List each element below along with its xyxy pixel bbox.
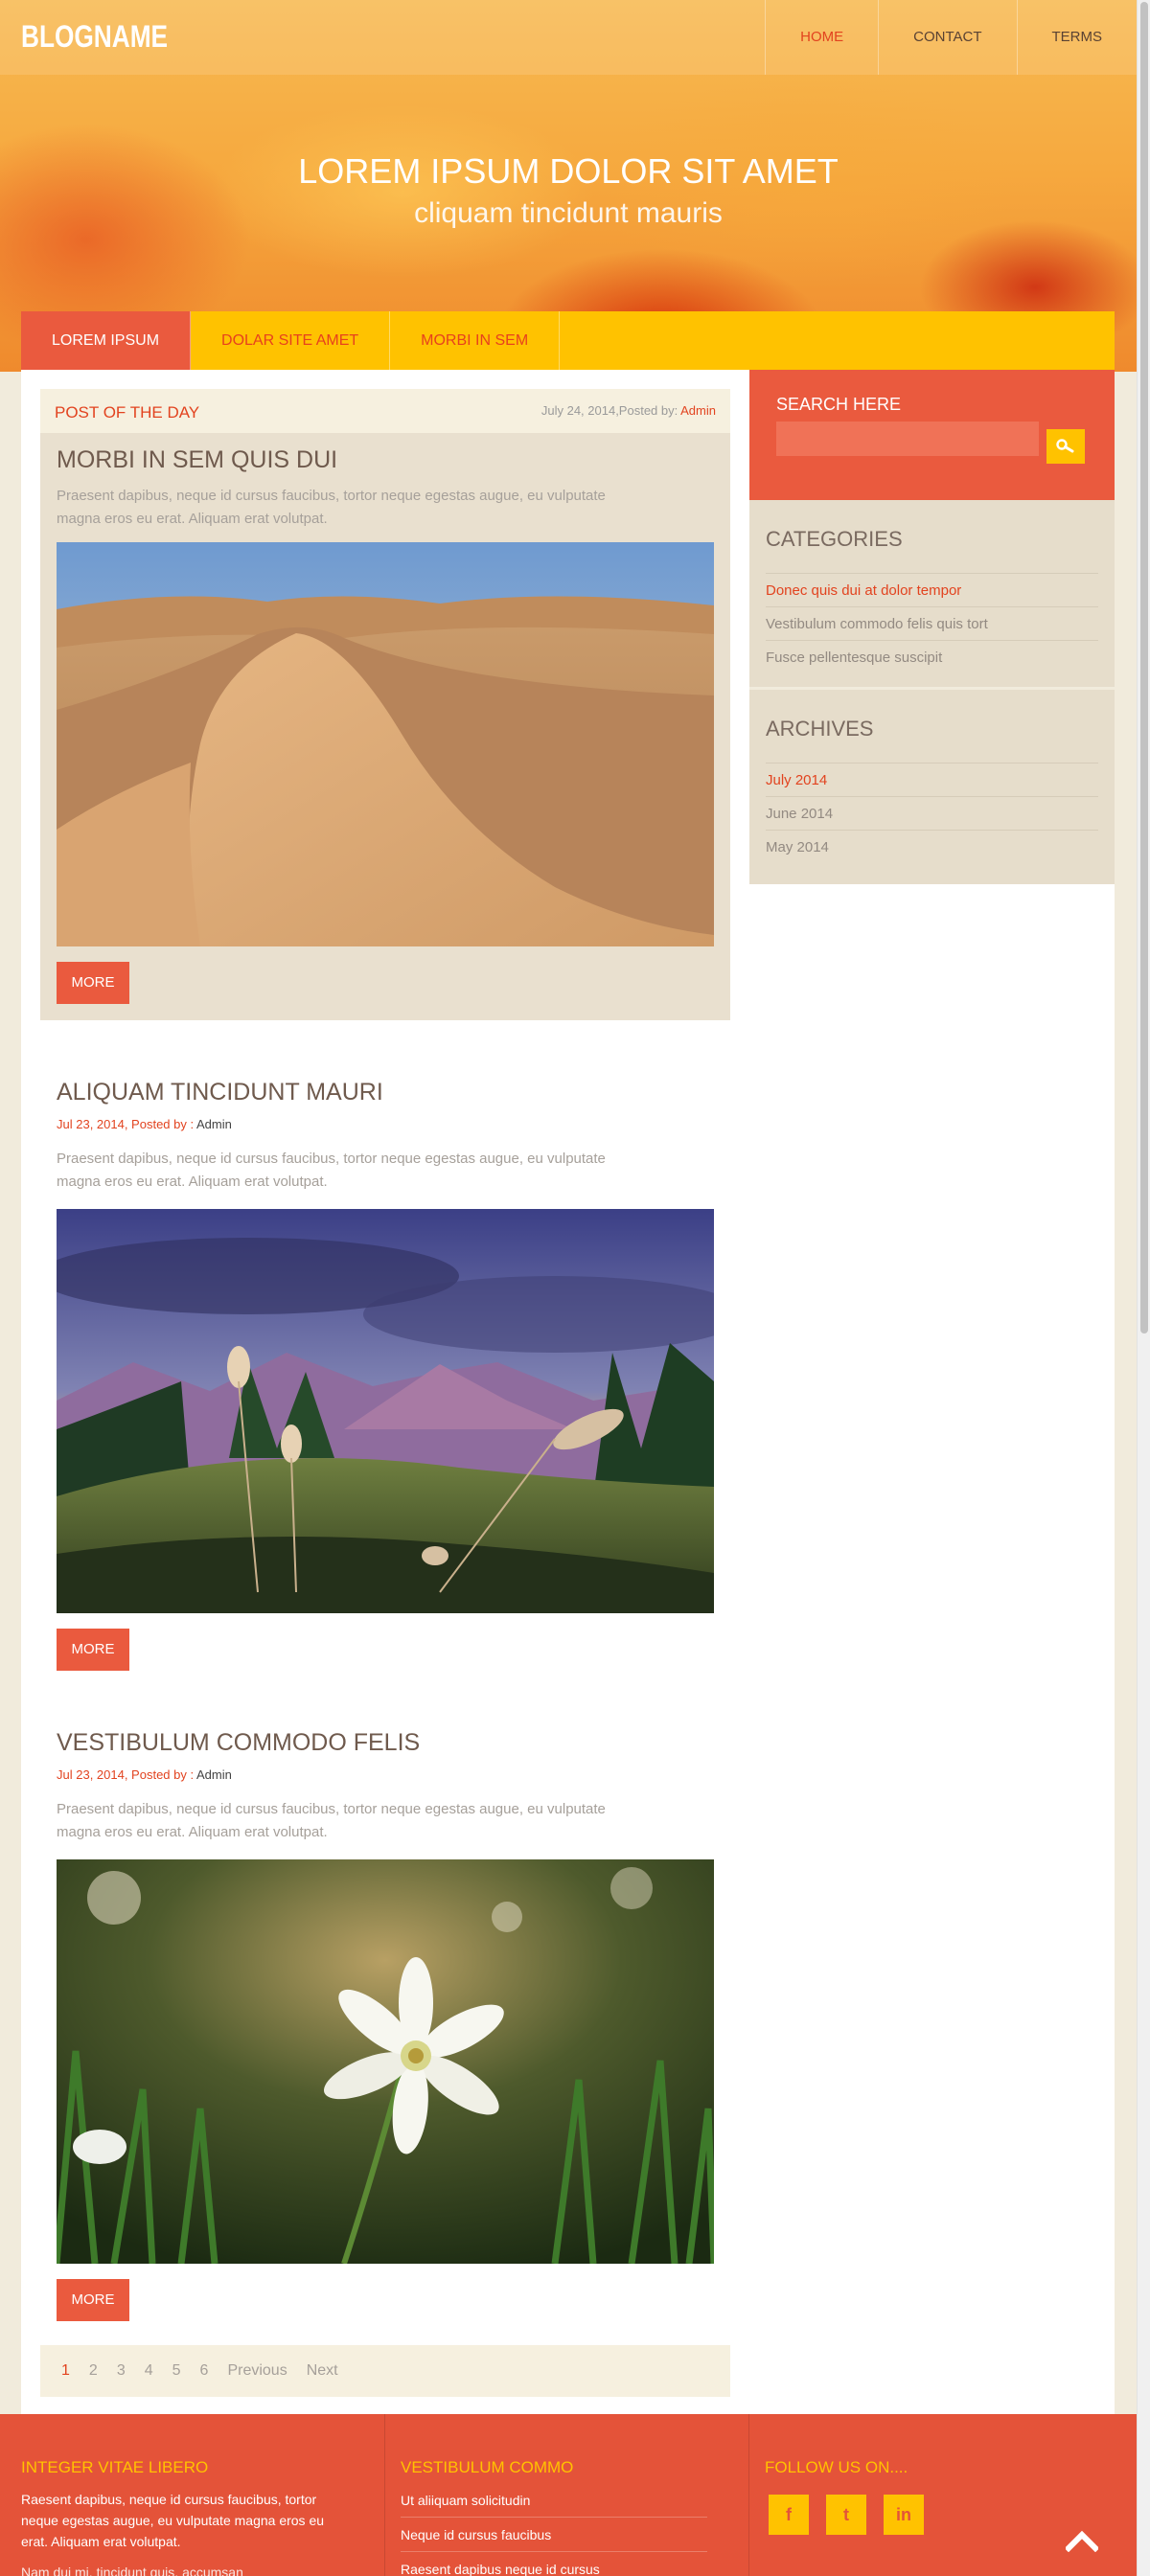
page-3[interactable]: 3: [117, 2362, 126, 2380]
mountain-meadow-image[interactable]: [57, 1209, 714, 1613]
post-meta: Jul 23, 2014, Posted by : Admin: [57, 1117, 232, 1131]
sidebar: SEARCH HERE CATEGORIES Donec quis dui at…: [749, 370, 1115, 884]
post-date: July 24, 2014,Posted by:: [540, 403, 681, 418]
post-author-link[interactable]: Admin: [196, 1117, 232, 1131]
post-title[interactable]: VESTIBULUM COMMODO FELIS: [57, 1729, 420, 1757]
pagination: 1 2 3 4 5 6 Previous Next: [40, 2345, 730, 2397]
subnav-morbi-in-sem[interactable]: MORBI IN SEM: [390, 311, 561, 370]
top-bar: BLOGNAME HOME CONTACT TERMS: [0, 0, 1137, 75]
previous-page-link[interactable]: Previous: [227, 2362, 287, 2380]
main-nav: HOME CONTACT TERMS: [765, 0, 1137, 75]
hero-subtitle: cliquam tincidunt mauris: [414, 197, 723, 229]
footer-link[interactable]: Raesent dapibus neque id cursus: [401, 2552, 707, 2576]
post-meta: Jul 23, 2014, Posted by : Admin: [57, 1767, 232, 1782]
subnav-lorem-ipsum[interactable]: LOREM IPSUM: [21, 311, 192, 370]
page-4[interactable]: 4: [145, 2362, 153, 2380]
page-6[interactable]: 6: [200, 2362, 209, 2380]
subnav-dolar-site-amet[interactable]: DOLAR SITE AMET: [191, 311, 391, 370]
archives-title: ARCHIVES: [766, 717, 874, 741]
twitter-icon[interactable]: t: [826, 2495, 866, 2535]
nav-home[interactable]: HOME: [765, 0, 878, 75]
post-excerpt: Praesent dapibus, neque id cursus faucib…: [57, 1801, 606, 1840]
search-input[interactable]: [776, 422, 1039, 456]
post-date: Jul 23, 2014, Posted by :: [57, 1767, 196, 1782]
post-excerpt: Praesent dapibus, neque id cursus faucib…: [57, 1151, 606, 1190]
search-label: SEARCH HERE: [776, 395, 902, 414]
post-of-the-day: POST OF THE DAY July 24, 2014,Posted by:…: [40, 389, 730, 1020]
post-meta: July 24, 2014,Posted by: Admin: [541, 403, 716, 418]
footer-paragraph: Raesent dapibus, neque id cursus faucibu…: [21, 2492, 325, 2549]
post-date: Jul 23, 2014, Posted by :: [57, 1117, 196, 1131]
page-1[interactable]: 1: [61, 2362, 70, 2380]
next-page-link[interactable]: Next: [307, 2362, 338, 2380]
more-button[interactable]: MORE: [57, 1629, 129, 1671]
post-author-link[interactable]: Admin: [196, 1767, 232, 1782]
footer-links: Ut aliiquam solicitudin Neque id cursus …: [401, 2483, 707, 2576]
social-links: f t in: [769, 2495, 941, 2535]
post-excerpt: Praesent dapibus, neque id cursus faucib…: [57, 488, 606, 527]
back-to-top-icon[interactable]: [1066, 2529, 1098, 2552]
post-title[interactable]: ALIQUAM TINCIDUNT MAURI: [57, 1079, 383, 1106]
category-link[interactable]: Vestibulum commodo felis quis tort: [766, 606, 1098, 640]
footer-column-title: INTEGER VITAE LIBERO: [21, 2458, 209, 2476]
facebook-icon[interactable]: f: [769, 2495, 809, 2535]
page-5[interactable]: 5: [172, 2362, 181, 2380]
footer-column-links: VESTIBULUM COMMO Ut aliiquam solicitudin…: [385, 2414, 749, 2576]
hero-title: LOREM IPSUM DOLOR SIT AMET: [298, 151, 839, 191]
search-icon: [1056, 439, 1074, 453]
more-button[interactable]: MORE: [57, 2279, 129, 2321]
scrollbar-thumb[interactable]: [1140, 2, 1148, 1334]
linkedin-icon[interactable]: in: [884, 2495, 924, 2535]
footer-link[interactable]: Ut aliiquam solicitudin: [401, 2483, 707, 2518]
search-widget: SEARCH HERE: [749, 370, 1115, 500]
post-of-the-day-header: POST OF THE DAY July 24, 2014,Posted by:…: [40, 389, 730, 433]
search-button[interactable]: [1046, 429, 1085, 464]
archives-widget: ARCHIVES July 2014 June 2014 May 2014: [749, 690, 1115, 863]
archive-link[interactable]: July 2014: [766, 763, 1098, 796]
category-nav: LOREM IPSUM DOLAR SITE AMET MORBI IN SEM: [21, 311, 1115, 370]
more-button[interactable]: MORE: [57, 962, 129, 1004]
footer-link[interactable]: Neque id cursus faucibus: [401, 2518, 707, 2552]
post-of-the-day-label: POST OF THE DAY: [55, 403, 200, 422]
footer: INTEGER VITAE LIBERO Raesent dapibus, ne…: [0, 2414, 1137, 2576]
footer-column-about: INTEGER VITAE LIBERO Raesent dapibus, ne…: [0, 2414, 385, 2576]
white-flower-image[interactable]: [57, 1859, 714, 2264]
page-scrollbar[interactable]: [1137, 0, 1150, 2576]
archive-link[interactable]: June 2014: [766, 796, 1098, 830]
site-logo[interactable]: BLOGNAME: [21, 19, 168, 55]
footer-column-title: FOLLOW US ON....: [765, 2458, 908, 2476]
footer-column-title: VESTIBULUM COMMO: [401, 2458, 574, 2476]
category-link[interactable]: Fusce pellentesque suscipit: [766, 640, 1098, 673]
archive-link[interactable]: May 2014: [766, 830, 1098, 863]
main-content: POST OF THE DAY July 24, 2014,Posted by:…: [21, 370, 1115, 2414]
categories-title: CATEGORIES: [766, 527, 903, 551]
page-2[interactable]: 2: [89, 2362, 98, 2380]
categories-widget: CATEGORIES Donec quis dui at dolor tempo…: [749, 500, 1115, 673]
category-link[interactable]: Donec quis dui at dolor tempor: [766, 573, 1098, 606]
desert-image[interactable]: [57, 542, 714, 946]
nav-contact[interactable]: CONTACT: [878, 0, 1016, 75]
footer-about-text: Raesent dapibus, neque id cursus faucibu…: [21, 2489, 328, 2576]
footer-paragraph: Nam dui mi, tincidunt quis, accumsan: [21, 2565, 243, 2576]
post-author-link[interactable]: Admin: [680, 403, 716, 418]
post-title[interactable]: MORBI IN SEM QUIS DUI: [57, 446, 337, 474]
nav-terms[interactable]: TERMS: [1016, 0, 1138, 75]
